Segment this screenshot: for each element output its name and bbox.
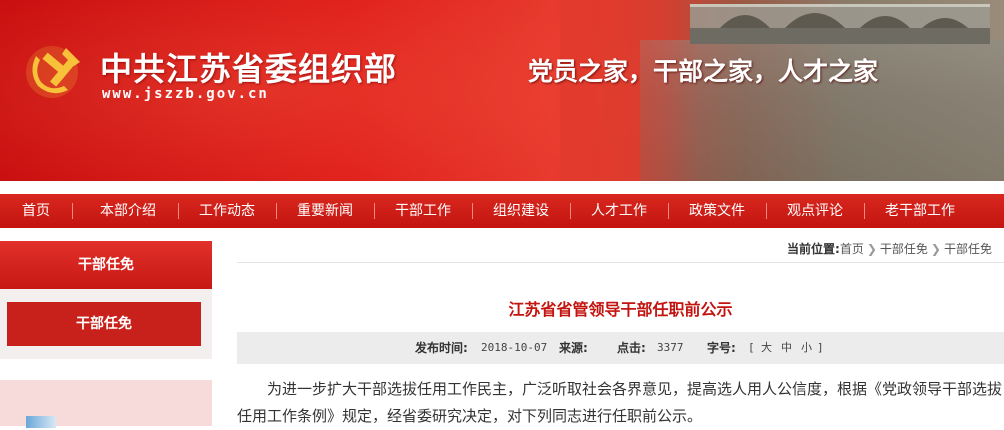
font-size-close-bracket: ] <box>817 341 824 354</box>
nav-item-org-build[interactable]: 组织建设 <box>493 194 549 228</box>
source-label: 来源: <box>559 341 588 355</box>
font-size-large-button[interactable]: 大 <box>761 332 772 364</box>
sidebar-image-icon[interactable] <box>26 416 56 428</box>
breadcrumb-label: 当前位置: <box>787 242 840 256</box>
site-slogan: 党员之家，干部之家，人才之家 <box>528 57 879 86</box>
nav-item-policy[interactable]: 政策文件 <box>689 194 745 228</box>
font-size-medium-button[interactable]: 中 <box>781 332 792 364</box>
nav-item-about[interactable]: 本部介绍 <box>100 194 156 228</box>
nav-item-veteran[interactable]: 老干部工作 <box>885 194 955 228</box>
nav-item-opinion[interactable]: 观点评论 <box>787 194 843 228</box>
nav-item-home[interactable]: 首页 <box>22 194 50 228</box>
nav-item-talent[interactable]: 人才工作 <box>591 194 647 228</box>
site-banner: 中共江苏省委组织部 www.jszzb.gov.cn 党员之家，干部之家，人才之… <box>0 0 1004 181</box>
bridge-photo <box>690 4 990 44</box>
sidebar-panel <box>0 380 212 428</box>
main-nav: 首页 本部介绍 工作动态 重要新闻 干部工作 组织建设 人才工作 政策文件 观点… <box>0 194 1004 228</box>
sidebar-heading: 干部任免 <box>0 241 212 289</box>
breadcrumb-section[interactable]: 干部任免 <box>880 242 928 256</box>
site-url[interactable]: www.jszzb.gov.cn <box>102 86 269 102</box>
clicks-label: 点击: <box>617 341 646 355</box>
breadcrumb-current[interactable]: 干部任免 <box>944 242 992 256</box>
font-size-open-bracket: [ <box>748 341 755 354</box>
article-meta-bar: 发布时间: 2018-10-07 来源: 点击: 3377 字号: [ 大 中 … <box>237 332 1004 364</box>
article-title: 江苏省省管领导干部任职前公示 <box>508 300 733 319</box>
sidebar-menu: 干部任免 <box>0 289 212 359</box>
publish-time-label: 发布时间: <box>415 341 468 355</box>
sidebar-item-cadre-appointment[interactable]: 干部任免 <box>7 302 201 346</box>
article-paragraph: 为进一步扩大干部选拔任用工作民主，广泛听取社会各界意见，提高选人用人公信度，根据… <box>237 380 1003 425</box>
party-emblem-icon <box>26 46 80 98</box>
font-size-label: 字号: <box>707 341 736 355</box>
site-title: 中共江苏省委组织部 <box>100 50 398 88</box>
breadcrumb-home[interactable]: 首页 <box>840 242 864 256</box>
nav-item-news-work[interactable]: 工作动态 <box>199 194 255 228</box>
nav-item-cadre-work[interactable]: 干部工作 <box>395 194 451 228</box>
publish-time-value: 2018-10-07 <box>481 341 548 354</box>
nav-item-major-news[interactable]: 重要新闻 <box>297 194 353 228</box>
divider <box>237 262 1004 263</box>
font-size-small-button[interactable]: 小 <box>801 332 812 364</box>
clicks-value: 3377 <box>657 341 684 354</box>
chevron-right-icon: ❯ <box>866 242 877 256</box>
article-body: 为进一步扩大干部选拔任用工作民主，广泛听取社会各界意见，提高选人用人公信度，根据… <box>237 376 1004 430</box>
breadcrumb: 当前位置:首页 ❯ 干部任免 ❯ 干部任免 <box>787 240 992 257</box>
chevron-right-icon: ❯ <box>930 242 941 256</box>
